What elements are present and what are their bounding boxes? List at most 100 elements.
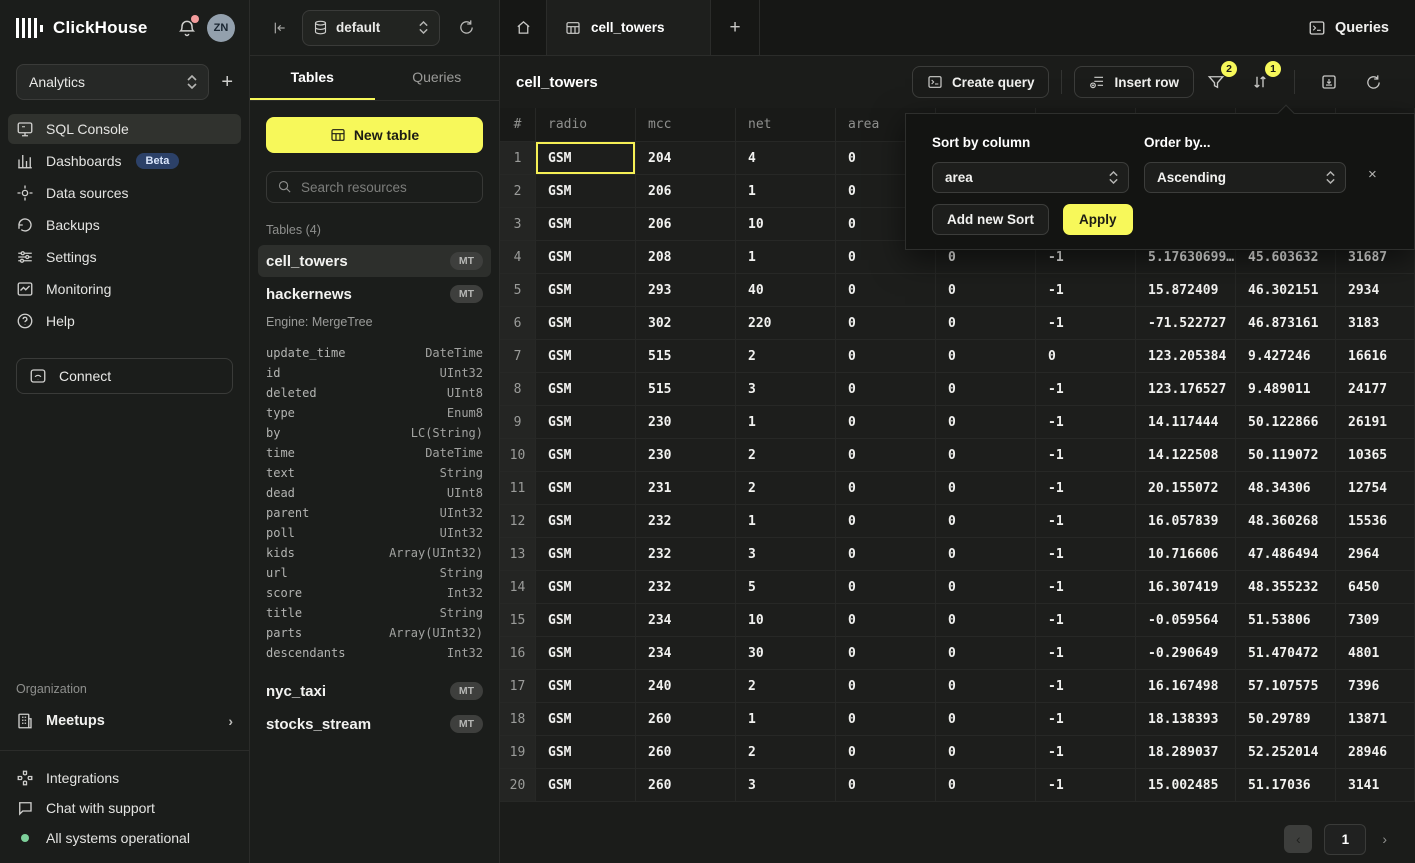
- cell-radio[interactable]: GSM: [536, 736, 636, 769]
- cell-range[interactable]: 6450: [1336, 571, 1415, 604]
- cell-radio[interactable]: GSM: [536, 670, 636, 703]
- cell-net[interactable]: 4: [736, 142, 836, 175]
- cell-cell[interactable]: 0: [936, 373, 1036, 406]
- cell-mcc[interactable]: 206: [636, 175, 736, 208]
- cell-range[interactable]: 3183: [1336, 307, 1415, 340]
- cell-net[interactable]: 40: [736, 274, 836, 307]
- cell-unit[interactable]: -1: [1036, 604, 1136, 637]
- cell-lat[interactable]: 51.17036: [1236, 769, 1336, 802]
- cell-mcc[interactable]: 302: [636, 307, 736, 340]
- cell-range[interactable]: 12754: [1336, 472, 1415, 505]
- cell-radio[interactable]: GSM: [536, 472, 636, 505]
- cell-radio[interactable]: GSM: [536, 142, 636, 175]
- cell-radio[interactable]: GSM: [536, 241, 636, 274]
- cell-unit[interactable]: -1: [1036, 703, 1136, 736]
- cell-radio[interactable]: GSM: [536, 439, 636, 472]
- cell-radio[interactable]: GSM: [536, 538, 636, 571]
- column-header-radio[interactable]: radio: [536, 108, 636, 142]
- cell-lat[interactable]: 9.427246: [1236, 340, 1336, 373]
- cell-lon[interactable]: 20.155072: [1136, 472, 1236, 505]
- cell-mcc[interactable]: 232: [636, 571, 736, 604]
- cell-lat[interactable]: 47.486494: [1236, 538, 1336, 571]
- cell-lat[interactable]: 57.107575: [1236, 670, 1336, 703]
- cell-unit[interactable]: -1: [1036, 769, 1136, 802]
- cell-net[interactable]: 3: [736, 538, 836, 571]
- sort-column-select[interactable]: area: [932, 162, 1129, 193]
- cell-area[interactable]: 0: [836, 736, 936, 769]
- cell-lon[interactable]: 14.117444: [1136, 406, 1236, 439]
- cell-range[interactable]: 10365: [1336, 439, 1415, 472]
- cell-unit[interactable]: -1: [1036, 571, 1136, 604]
- cell-radio[interactable]: GSM: [536, 340, 636, 373]
- cell-net[interactable]: 1: [736, 703, 836, 736]
- cell-lon[interactable]: 15.872409: [1136, 274, 1236, 307]
- cell-area[interactable]: 0: [836, 604, 936, 637]
- cell-range[interactable]: 24177: [1336, 373, 1415, 406]
- cell-area[interactable]: 0: [836, 307, 936, 340]
- cell-net[interactable]: 3: [736, 373, 836, 406]
- cell-range[interactable]: 7396: [1336, 670, 1415, 703]
- sidebar-item-chat-support[interactable]: Chat with support: [8, 793, 241, 823]
- cell-range[interactable]: 28946: [1336, 736, 1415, 769]
- cell-radio[interactable]: GSM: [536, 373, 636, 406]
- cell-area[interactable]: 0: [836, 373, 936, 406]
- cell-unit[interactable]: -1: [1036, 538, 1136, 571]
- cell-radio[interactable]: GSM: [536, 769, 636, 802]
- cell-range[interactable]: 4801: [1336, 637, 1415, 670]
- cell-unit[interactable]: -1: [1036, 637, 1136, 670]
- cell-lon[interactable]: 14.122508: [1136, 439, 1236, 472]
- cell-net[interactable]: 10: [736, 208, 836, 241]
- database-select[interactable]: default: [302, 10, 440, 46]
- table-item-nyc-taxi[interactable]: nyc_taxi MT: [258, 675, 491, 707]
- previous-page-button[interactable]: ‹: [1284, 825, 1312, 853]
- cell-unit[interactable]: -1: [1036, 670, 1136, 703]
- cell-radio[interactable]: GSM: [536, 274, 636, 307]
- cell-unit[interactable]: -1: [1036, 736, 1136, 769]
- avatar[interactable]: ZN: [207, 14, 235, 42]
- column-header-mcc[interactable]: mcc: [636, 108, 736, 142]
- cell-cell[interactable]: 0: [936, 571, 1036, 604]
- cell-range[interactable]: 2934: [1336, 274, 1415, 307]
- cell-area[interactable]: 0: [836, 538, 936, 571]
- cell-cell[interactable]: 0: [936, 505, 1036, 538]
- cell-radio[interactable]: GSM: [536, 307, 636, 340]
- cell-lon[interactable]: 18.289037: [1136, 736, 1236, 769]
- cell-area[interactable]: 0: [836, 769, 936, 802]
- cell-cell[interactable]: 0: [936, 769, 1036, 802]
- cell-mcc[interactable]: 232: [636, 505, 736, 538]
- cell-mcc[interactable]: 260: [636, 769, 736, 802]
- cell-unit[interactable]: -1: [1036, 505, 1136, 538]
- cell-radio[interactable]: GSM: [536, 505, 636, 538]
- filter-button[interactable]: 2: [1201, 67, 1231, 97]
- cell-lat[interactable]: 48.355232: [1236, 571, 1336, 604]
- new-tab-button[interactable]: +: [711, 0, 760, 55]
- apply-sort-button[interactable]: Apply: [1063, 204, 1133, 235]
- cell-net[interactable]: 2: [736, 340, 836, 373]
- cell-unit[interactable]: 0: [1036, 340, 1136, 373]
- cell-range[interactable]: 2964: [1336, 538, 1415, 571]
- current-page-indicator[interactable]: 1: [1324, 824, 1366, 855]
- queries-link[interactable]: Queries: [1308, 19, 1389, 37]
- workspace-select[interactable]: Analytics: [16, 64, 209, 100]
- cell-radio[interactable]: GSM: [536, 703, 636, 736]
- cell-cell[interactable]: 0: [936, 472, 1036, 505]
- system-status[interactable]: All systems operational: [8, 823, 241, 853]
- sort-button[interactable]: 1: [1245, 67, 1275, 97]
- tab-tables[interactable]: Tables: [250, 56, 375, 100]
- cell-lon[interactable]: 10.716606: [1136, 538, 1236, 571]
- new-table-button[interactable]: New table: [266, 117, 483, 153]
- sidebar-item-sql-console[interactable]: SQL Console: [8, 114, 241, 144]
- cell-range[interactable]: 16616: [1336, 340, 1415, 373]
- cell-lat[interactable]: 46.302151: [1236, 274, 1336, 307]
- sidebar-item-help[interactable]: Help: [8, 306, 241, 336]
- tab-queries[interactable]: Queries: [375, 56, 500, 100]
- cell-unit[interactable]: -1: [1036, 274, 1136, 307]
- cell-unit[interactable]: -1: [1036, 406, 1136, 439]
- refresh-panel-icon[interactable]: [458, 19, 475, 36]
- cell-net[interactable]: 2: [736, 472, 836, 505]
- cell-range[interactable]: 3141: [1336, 769, 1415, 802]
- cell-cell[interactable]: 0: [936, 538, 1036, 571]
- cell-cell[interactable]: 0: [936, 670, 1036, 703]
- cell-range[interactable]: 26191: [1336, 406, 1415, 439]
- table-item-cell-towers[interactable]: cell_towers MT: [258, 245, 491, 277]
